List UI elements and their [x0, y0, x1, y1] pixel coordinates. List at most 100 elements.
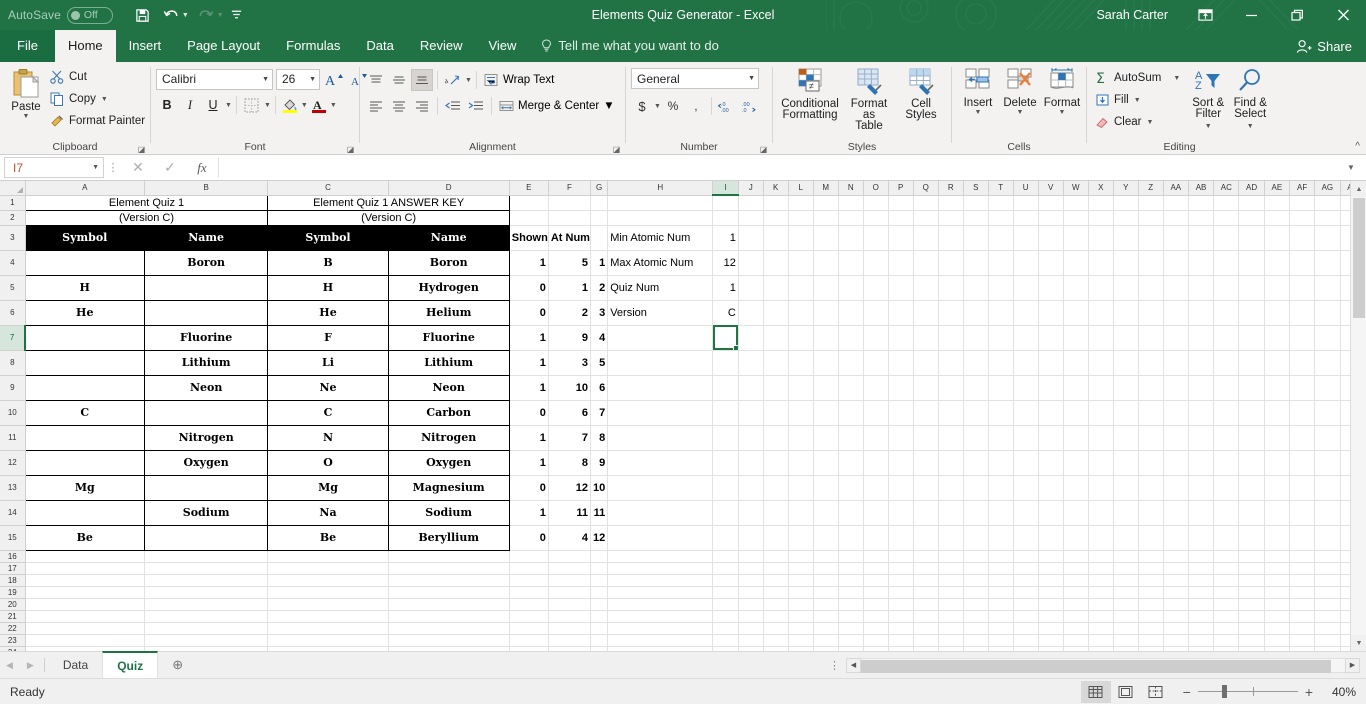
column-header-ad[interactable]: AD — [1238, 181, 1265, 196]
cell-V14[interactable] — [1038, 500, 1064, 526]
cell-T11[interactable] — [988, 425, 1014, 451]
cell-AF24[interactable] — [1289, 646, 1316, 651]
cell-S7[interactable] — [963, 325, 989, 351]
cell-C20[interactable] — [267, 598, 389, 611]
cell-V23[interactable] — [1038, 634, 1064, 647]
tab-file[interactable]: File — [0, 30, 55, 62]
helper-cell-e23[interactable] — [509, 634, 549, 647]
row-header-9[interactable]: 9 — [0, 375, 26, 401]
cell-AC13[interactable] — [1213, 475, 1240, 501]
quiz-cell-a14[interactable] — [24, 499, 145, 526]
cell-M14[interactable] — [813, 500, 839, 526]
helper-cell-f10[interactable]: 6 — [548, 400, 591, 426]
cell-A20[interactable] — [25, 598, 145, 611]
quiz-cell-d11[interactable]: Nitrogen — [387, 424, 510, 451]
quiz-cell-d10[interactable]: Carbon — [387, 399, 510, 426]
cell-AB13[interactable] — [1188, 475, 1215, 501]
cell-D22[interactable] — [388, 622, 510, 635]
quiz-cell-b10[interactable] — [143, 399, 269, 426]
cell-AC17[interactable] — [1213, 562, 1240, 575]
helper-cell-f24[interactable] — [548, 646, 591, 651]
cell-K16[interactable] — [763, 550, 789, 563]
cell-S22[interactable] — [963, 622, 989, 635]
cell-AA14[interactable] — [1163, 500, 1189, 526]
cell-U19[interactable] — [1013, 586, 1039, 599]
cell-Y24[interactable] — [1113, 646, 1139, 651]
cell-U15[interactable] — [1013, 525, 1039, 551]
cell-AB8[interactable] — [1188, 350, 1215, 376]
cell-AF1[interactable] — [1289, 195, 1316, 211]
helper-cell-g7[interactable]: 4 — [590, 325, 609, 351]
cell-AD13[interactable] — [1238, 475, 1265, 501]
cell-AG16[interactable] — [1314, 550, 1341, 563]
close-icon[interactable] — [1320, 0, 1366, 30]
cell-AE14[interactable] — [1264, 500, 1291, 526]
cell-N21[interactable] — [838, 610, 864, 623]
cell-X24[interactable] — [1088, 646, 1114, 651]
cell-AD3[interactable] — [1238, 225, 1265, 251]
helper-cell-g2[interactable] — [590, 210, 609, 226]
cell-S6[interactable] — [963, 300, 989, 326]
cell-U12[interactable] — [1013, 450, 1039, 476]
cell-O4[interactable] — [863, 250, 889, 276]
cell-X18[interactable] — [1088, 574, 1114, 587]
cell-A23[interactable] — [25, 634, 145, 647]
cell-J12[interactable] — [738, 450, 764, 476]
cell-C16[interactable] — [267, 550, 389, 563]
cell-AC14[interactable] — [1213, 500, 1240, 526]
cell-X22[interactable] — [1088, 622, 1114, 635]
helper-cell-e6[interactable]: 0 — [509, 300, 549, 326]
cell-R9[interactable] — [938, 375, 964, 401]
cell-U17[interactable] — [1013, 562, 1039, 575]
cell-AG7[interactable] — [1314, 325, 1341, 351]
helper-cell-f23[interactable] — [548, 634, 591, 647]
cell-O1[interactable] — [863, 195, 889, 211]
cell-A18[interactable] — [25, 574, 145, 587]
cell-T16[interactable] — [988, 550, 1014, 563]
cell-N2[interactable] — [838, 210, 864, 226]
cell-AB21[interactable] — [1188, 610, 1215, 623]
cell-I15[interactable] — [712, 525, 739, 551]
helper-cell-e5[interactable]: 0 — [509, 275, 549, 301]
param-label-max-atomic-num[interactable]: Max Atomic Num — [607, 250, 714, 276]
borders-button[interactable] — [241, 94, 263, 116]
cell-Q13[interactable] — [913, 475, 939, 501]
clipboard-dialog-launcher[interactable]: ◪ — [137, 145, 146, 154]
cell-T17[interactable] — [988, 562, 1014, 575]
cell-I21[interactable] — [712, 610, 739, 623]
column-header-j[interactable]: J — [738, 181, 764, 196]
cell-Z5[interactable] — [1138, 275, 1164, 301]
cell-AD12[interactable] — [1238, 450, 1265, 476]
quiz-cell-b12[interactable]: Oxygen — [143, 449, 269, 476]
cell-AD21[interactable] — [1238, 610, 1265, 623]
cell-H1[interactable] — [607, 195, 714, 211]
quiz-cell-b7[interactable]: Fluorine — [143, 324, 269, 351]
normal-view-icon[interactable] — [1080, 680, 1111, 703]
cell-D16[interactable] — [388, 550, 510, 563]
helper-cell-g21[interactable] — [590, 610, 609, 623]
confirm-icon[interactable]: ✓ — [154, 157, 186, 179]
quiz-cell-d15[interactable]: Beryllium — [387, 524, 510, 551]
cell-Q5[interactable] — [913, 275, 939, 301]
cell-N20[interactable] — [838, 598, 864, 611]
cell-L15[interactable] — [788, 525, 814, 551]
cell-M22[interactable] — [813, 622, 839, 635]
cell-Q19[interactable] — [913, 586, 939, 599]
cell-AE24[interactable] — [1264, 646, 1291, 651]
cell-AG14[interactable] — [1314, 500, 1341, 526]
name-box-dropdown-icon[interactable]: ▼ — [92, 164, 99, 171]
cell-AA21[interactable] — [1163, 610, 1189, 623]
row-header-18[interactable]: 18 — [0, 574, 26, 587]
cell-AG2[interactable] — [1314, 210, 1341, 226]
cell-Y2[interactable] — [1113, 210, 1139, 226]
cell-N1[interactable] — [838, 195, 864, 211]
cell-O22[interactable] — [863, 622, 889, 635]
cell-T14[interactable] — [988, 500, 1014, 526]
column-header-af[interactable]: AF — [1289, 181, 1316, 196]
tab-view[interactable]: View — [475, 30, 529, 62]
cell-Z10[interactable] — [1138, 400, 1164, 426]
cell-D21[interactable] — [388, 610, 510, 623]
cell-AG15[interactable] — [1314, 525, 1341, 551]
copy-dropdown-icon[interactable]: ▼ — [101, 96, 108, 103]
row-header-16[interactable]: 16 — [0, 550, 26, 563]
